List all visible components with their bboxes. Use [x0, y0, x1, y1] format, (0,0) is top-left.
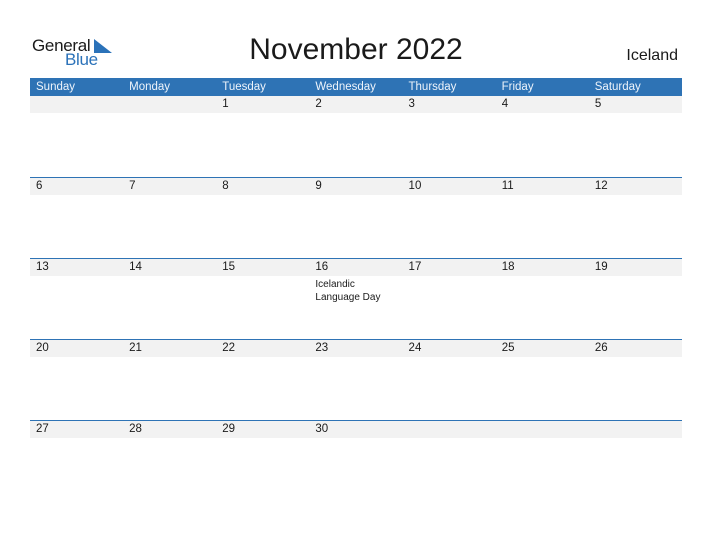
week-row: 20 21 22 23 24 25 26 [30, 339, 682, 421]
day-cell: 29 [216, 421, 309, 502]
day-cell: 22 [216, 340, 309, 421]
day-cell: 30 [309, 421, 402, 502]
day-cell: 4 [496, 96, 589, 177]
day-cell: 10 [403, 178, 496, 259]
day-number: 7 [129, 180, 136, 192]
day-cell: 18 [496, 259, 589, 340]
day-number: 13 [36, 261, 49, 273]
day-cell: 16 Icelandic Language Day [309, 259, 402, 340]
day-number: 18 [501, 261, 515, 273]
weekday-monday: Monday [129, 81, 171, 93]
day-number: 16 [315, 261, 329, 273]
day-cell: 9 [309, 178, 402, 259]
day-cell [123, 96, 216, 177]
day-number: 19 [594, 261, 608, 273]
day-number: 24 [408, 342, 422, 354]
day-number: 22 [222, 342, 236, 354]
day-number: 30 [315, 423, 329, 435]
day-number: 4 [501, 98, 509, 110]
day-cell: 8 [216, 178, 309, 259]
day-cell: 2 [309, 96, 402, 177]
day-cell: 23 [309, 340, 402, 421]
week-row: 13 14 15 16 Icelandic Language Day 17 18 19 [30, 258, 682, 340]
day-number: 9 [315, 180, 322, 192]
week-row: 6 7 8 9 10 11 12 [30, 177, 682, 259]
day-cell: 21 [123, 340, 216, 421]
week-row: 1 2 3 4 5 [30, 96, 682, 177]
weekday-friday: Friday [501, 81, 534, 93]
day-number: 11 [501, 180, 514, 192]
day-cell: 6 [30, 178, 123, 259]
day-cell: 14 [123, 259, 216, 340]
day-cell: 20 [30, 340, 123, 421]
day-cell: 26 [589, 340, 682, 421]
day-number: 20 [36, 342, 49, 354]
day-number: 25 [501, 342, 515, 354]
day-cell: 1 [216, 96, 309, 177]
day-cell: 15 [216, 259, 309, 340]
day-number: 3 [408, 98, 415, 110]
day-number: 6 [36, 180, 43, 192]
weekday-header: Sunday Monday Tuesday Wednesday Thursday… [30, 78, 682, 96]
weekday-thursday: Thursday [408, 81, 457, 93]
day-cell: 12 [589, 178, 682, 259]
day-cell: 28 [123, 421, 216, 502]
day-number: 23 [315, 342, 329, 354]
day-number: 28 [129, 423, 142, 435]
week-row: 27 28 29 30 [30, 420, 682, 502]
day-number: 12 [594, 180, 608, 192]
weekday-saturday: Saturday [594, 81, 641, 93]
day-number: 29 [222, 423, 236, 435]
calendar-title: November 2022 [249, 33, 463, 66]
day-number: 27 [36, 423, 49, 435]
holiday-event: Icelandic Language Day [315, 279, 381, 303]
day-number: 8 [222, 180, 229, 192]
day-cell: 11 [496, 178, 589, 259]
day-number: 26 [594, 342, 608, 354]
day-cell [496, 421, 589, 502]
day-cell: 5 [589, 96, 682, 177]
day-cell: 3 [403, 96, 496, 177]
day-number: 15 [222, 261, 236, 273]
day-cell [403, 421, 496, 502]
day-cell: 19 [589, 259, 682, 340]
day-number: 10 [408, 180, 422, 192]
day-cell: 25 [496, 340, 589, 421]
day-number: 1 [222, 98, 229, 110]
day-cell: 13 [30, 259, 123, 340]
day-number: 17 [408, 261, 422, 273]
weekday-sunday: Sunday [36, 81, 76, 93]
country-label: Iceland [626, 47, 678, 64]
day-cell: 17 [403, 259, 496, 340]
day-number: 5 [594, 98, 602, 110]
weekday-wednesday: Wednesday [315, 81, 376, 93]
day-number: 2 [315, 98, 322, 110]
day-number: 21 [129, 342, 142, 354]
day-cell: 27 [30, 421, 123, 502]
day-cell [30, 96, 123, 177]
day-number: 14 [129, 261, 142, 273]
weekday-tuesday: Tuesday [222, 81, 266, 93]
day-cell: 24 [403, 340, 496, 421]
day-cell [589, 421, 682, 502]
day-cell: 7 [123, 178, 216, 259]
